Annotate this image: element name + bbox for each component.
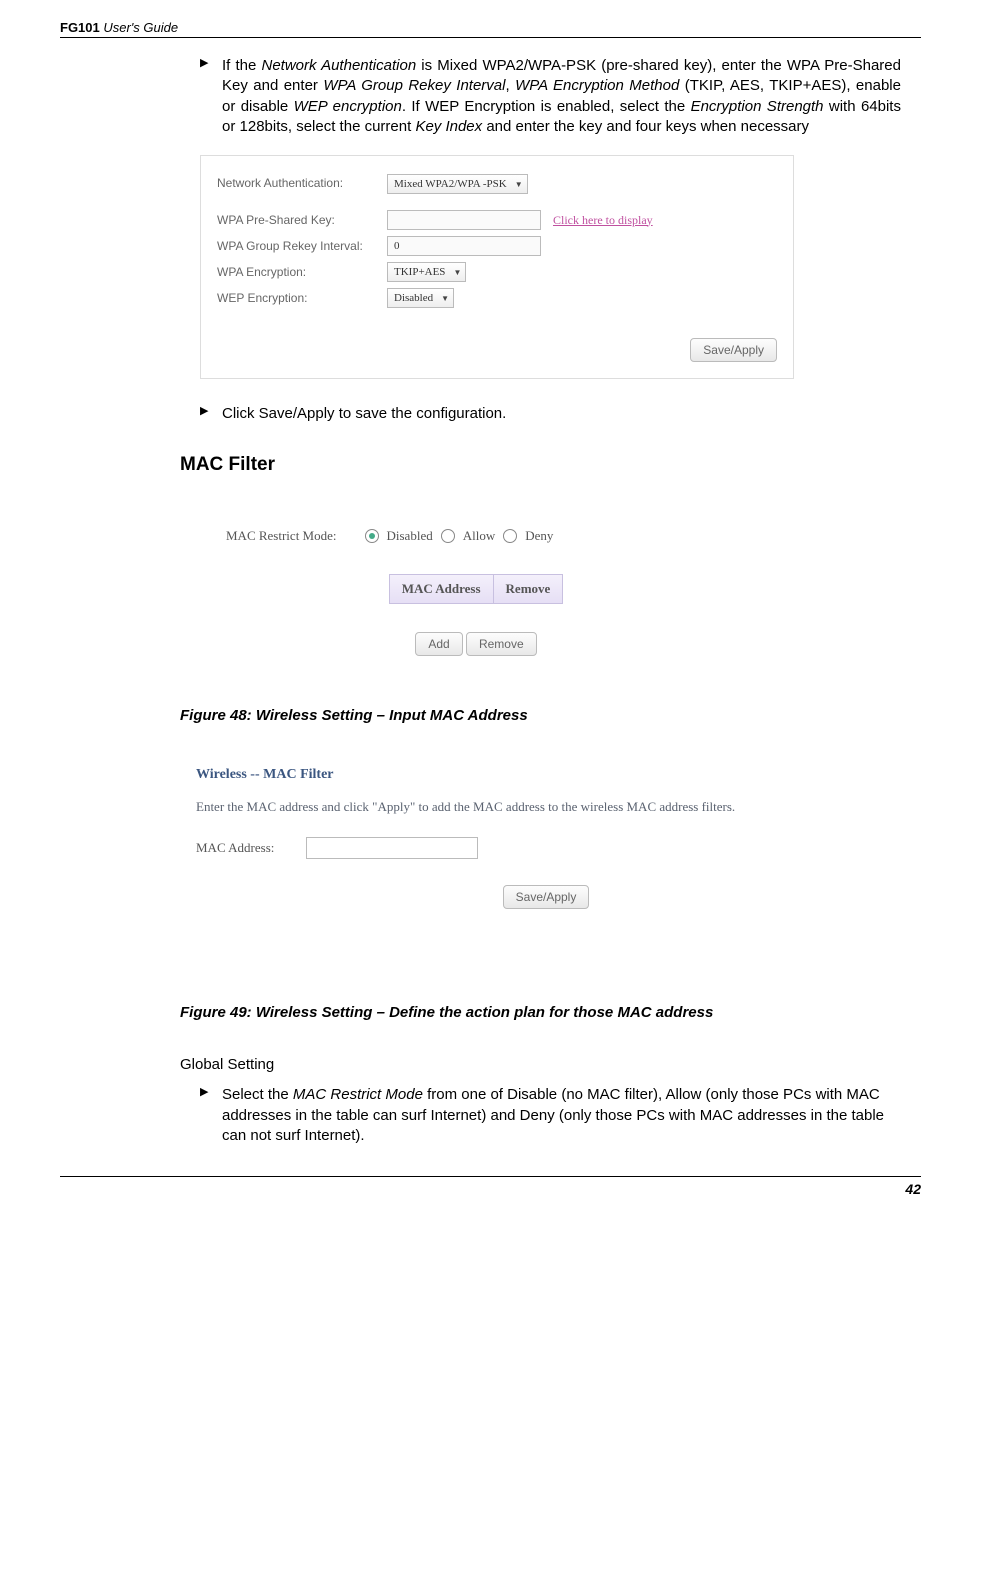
- wepenc-select[interactable]: Disabled ▼: [387, 288, 454, 308]
- chevron-down-icon: ▼: [453, 268, 461, 277]
- wpaenc-select[interactable]: TKIP+AES ▼: [387, 262, 466, 282]
- page-number: 42: [905, 1181, 921, 1197]
- netauth-select[interactable]: Mixed WPA2/WPA -PSK ▼: [387, 174, 528, 194]
- rekey-input[interactable]: 0: [387, 236, 541, 256]
- mac-table-header: MAC Address Remove: [389, 574, 564, 604]
- save-apply-button[interactable]: Save/Apply: [503, 885, 590, 909]
- chevron-down-icon: ▼: [441, 294, 449, 303]
- psk-display-link[interactable]: Click here to display: [553, 213, 653, 228]
- mac-address-input[interactable]: [306, 837, 478, 859]
- netauth-label: Network Authentication:: [217, 176, 387, 192]
- mac-filter-heading: MAC Filter: [180, 454, 921, 476]
- figure-49-caption: Figure 49: Wireless Setting – Define the…: [180, 1004, 921, 1021]
- product-code: FG101: [60, 20, 100, 35]
- bullet-marker-icon: ▶: [200, 56, 222, 137]
- doc-title: User's Guide: [103, 20, 178, 35]
- opt-allow-label: Allow: [463, 528, 496, 544]
- bullet-marker-icon: ▶: [200, 404, 222, 424]
- radio-deny[interactable]: [503, 529, 517, 543]
- col-mac-address: MAC Address: [389, 574, 494, 604]
- psk-label: WPA Pre-Shared Key:: [217, 213, 387, 227]
- wireless-mac-filter-dialog: Wireless -- MAC Filter Enter the MAC add…: [180, 749, 912, 929]
- chevron-down-icon: ▼: [515, 180, 523, 189]
- radio-disabled[interactable]: [365, 529, 379, 543]
- wepenc-label: WEP Encryption:: [217, 291, 387, 305]
- netauth-value: Mixed WPA2/WPA -PSK: [394, 178, 507, 190]
- wepenc-value: Disabled: [394, 292, 433, 304]
- bullet-text-3: Select the MAC Restrict Mode from one of…: [222, 1085, 901, 1146]
- bullet-mac-restrict: ▶ Select the MAC Restrict Mode from one …: [200, 1085, 901, 1146]
- rekey-label: WPA Group Rekey Interval:: [217, 239, 387, 253]
- header-product-doc: FG101 User's Guide: [60, 20, 178, 35]
- save-apply-button[interactable]: Save/Apply: [690, 338, 777, 362]
- opt-deny-label: Deny: [525, 528, 553, 544]
- dialog-description: Enter the MAC address and click "Apply" …: [196, 799, 896, 815]
- wireless-security-panel: Network Authentication: Mixed WPA2/WPA -…: [200, 155, 794, 379]
- wpaenc-value: TKIP+AES: [394, 266, 445, 278]
- remove-button[interactable]: Remove: [466, 632, 537, 656]
- figure-48-caption: Figure 48: Wireless Setting – Input MAC …: [180, 707, 921, 724]
- mac-filter-panel: MAC Restrict Mode: Disabled Allow Deny M…: [180, 506, 772, 682]
- radio-allow[interactable]: [441, 529, 455, 543]
- dialog-title: Wireless -- MAC Filter: [196, 767, 896, 783]
- add-button[interactable]: Add: [415, 632, 462, 656]
- opt-disabled-label: Disabled: [387, 528, 433, 544]
- bullet-network-auth: ▶ If the Network Authentication is Mixed…: [200, 56, 901, 137]
- mac-address-label: MAC Address:: [196, 840, 306, 856]
- wpaenc-label: WPA Encryption:: [217, 265, 387, 279]
- psk-input[interactable]: [387, 210, 541, 230]
- bullet-save-apply: ▶ Click Save/Apply to save the configura…: [200, 404, 901, 424]
- bullet-text-2: Click Save/Apply to save the configurati…: [222, 404, 901, 424]
- page-footer: 42: [60, 1176, 921, 1197]
- col-remove: Remove: [494, 574, 564, 604]
- mac-mode-label: MAC Restrict Mode:: [226, 528, 337, 544]
- global-setting-heading: Global Setting: [180, 1056, 921, 1073]
- bullet-text-1: If the Network Authentication is Mixed W…: [222, 56, 901, 137]
- bullet-marker-icon: ▶: [200, 1085, 222, 1146]
- page-header: FG101 User's Guide: [60, 20, 921, 38]
